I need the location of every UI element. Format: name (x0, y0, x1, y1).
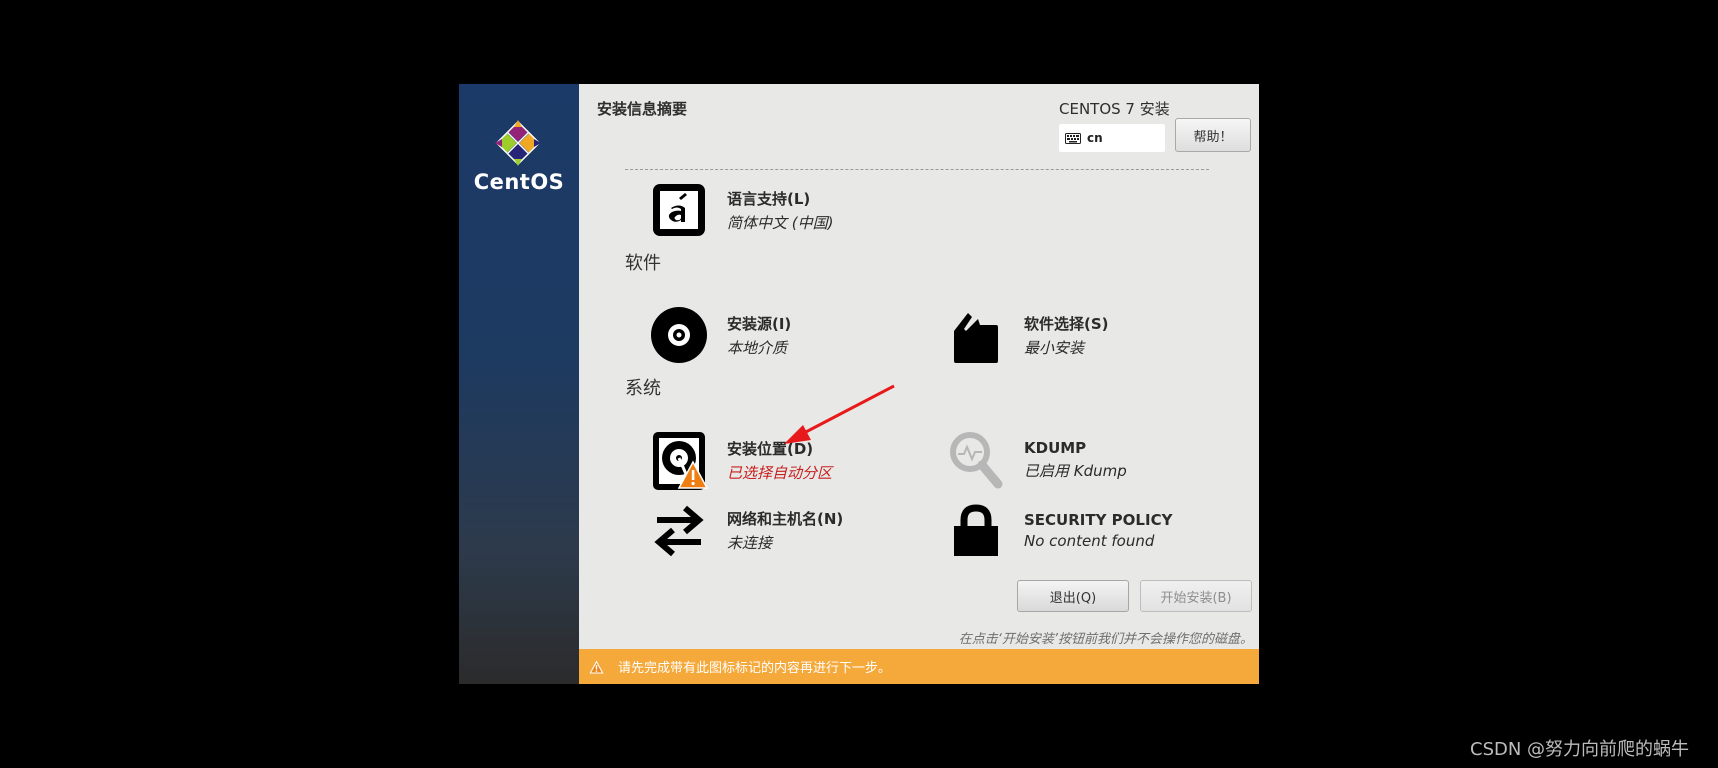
disc-icon (651, 307, 707, 363)
spoke-status: No content found (1024, 531, 1155, 550)
spoke-title: 安装位置(D) (727, 439, 814, 458)
page-title: 安装信息摘要 (597, 100, 688, 118)
spoke-status-error: 已选择自动分区 (727, 463, 833, 482)
help-button[interactable]: 帮助！ (1175, 118, 1251, 152)
warning-message: 请先完成带有此图标标记的内容再进行下一步。 (618, 661, 892, 676)
disk-note: 在点击‘开始安装’按钮前我们并不会操作您的磁盘。 (958, 632, 1253, 647)
quit-button[interactable]: 退出(Q) (1017, 580, 1129, 612)
keyboard-layout-indicator[interactable]: cn (1059, 124, 1165, 152)
centos-wordmark: CentOS (473, 170, 565, 194)
spoke-security-policy[interactable]: SECURITY POLICY No content found (946, 500, 1172, 560)
spoke-status: 本地介质 (727, 338, 788, 357)
installer-window: CentOS 安装信息摘要 CENTOS 7 安装 cn 帮助！ 语言支持(L)… (459, 84, 1259, 684)
keyboard-layout-label: cn (1087, 131, 1103, 145)
harddisk-warning-icon (653, 432, 709, 490)
spoke-title: SECURITY POLICY (1024, 510, 1173, 529)
network-arrows-icon (654, 505, 704, 557)
spoke-status: 已启用 Kdump (1024, 462, 1127, 480)
warning-bar: 请先完成带有此图标标记的内容再进行下一步。 (579, 649, 1259, 684)
language-icon (653, 184, 705, 236)
spoke-title: 网络和主机名(N) (727, 509, 844, 528)
section-heading-system: 系统 (625, 378, 661, 399)
separator (625, 169, 1209, 170)
spoke-software-selection[interactable]: 软件选择(S) 最小安装 (946, 305, 1109, 365)
spoke-language-support[interactable]: 语言支持(L) 简体中文 (中国) (649, 180, 833, 240)
magnifier-icon (950, 432, 1003, 489)
spoke-installation-source[interactable]: 安装源(I) 本地介质 (649, 305, 791, 365)
spoke-status: 最小安装 (1024, 338, 1085, 357)
product-title: CENTOS 7 安装 (1059, 100, 1170, 118)
warning-icon (589, 660, 604, 673)
spoke-status: 简体中文 (中国) (727, 213, 834, 232)
begin-installation-button[interactable]: 开始安装(B) (1140, 580, 1252, 612)
sidebar: CentOS (459, 84, 579, 684)
spoke-title: 语言支持(L) (727, 189, 811, 208)
spoke-status: 未连接 (727, 533, 773, 552)
centos-logo-icon (495, 120, 541, 166)
section-heading-software: 软件 (625, 253, 661, 274)
spoke-title: 安装源(I) (727, 314, 792, 333)
lock-icon (954, 504, 998, 556)
package-icon (954, 313, 998, 363)
keyboard-icon (1065, 132, 1081, 144)
spoke-title: 软件选择(S) (1024, 314, 1109, 333)
spoke-kdump[interactable]: KDUMP 已启用 Kdump (946, 430, 1127, 490)
watermark: CSDN @努力向前爬的蜗牛 (1470, 739, 1690, 760)
main-panel: 安装信息摘要 CENTOS 7 安装 cn 帮助！ 语言支持(L) 简体中文 (… (579, 84, 1259, 684)
spoke-title: KDUMP (1024, 439, 1087, 457)
spoke-installation-destination[interactable]: 安装位置(D) 已选择自动分区 (649, 430, 832, 490)
spoke-network-hostname[interactable]: 网络和主机名(N) 未连接 (649, 500, 843, 560)
